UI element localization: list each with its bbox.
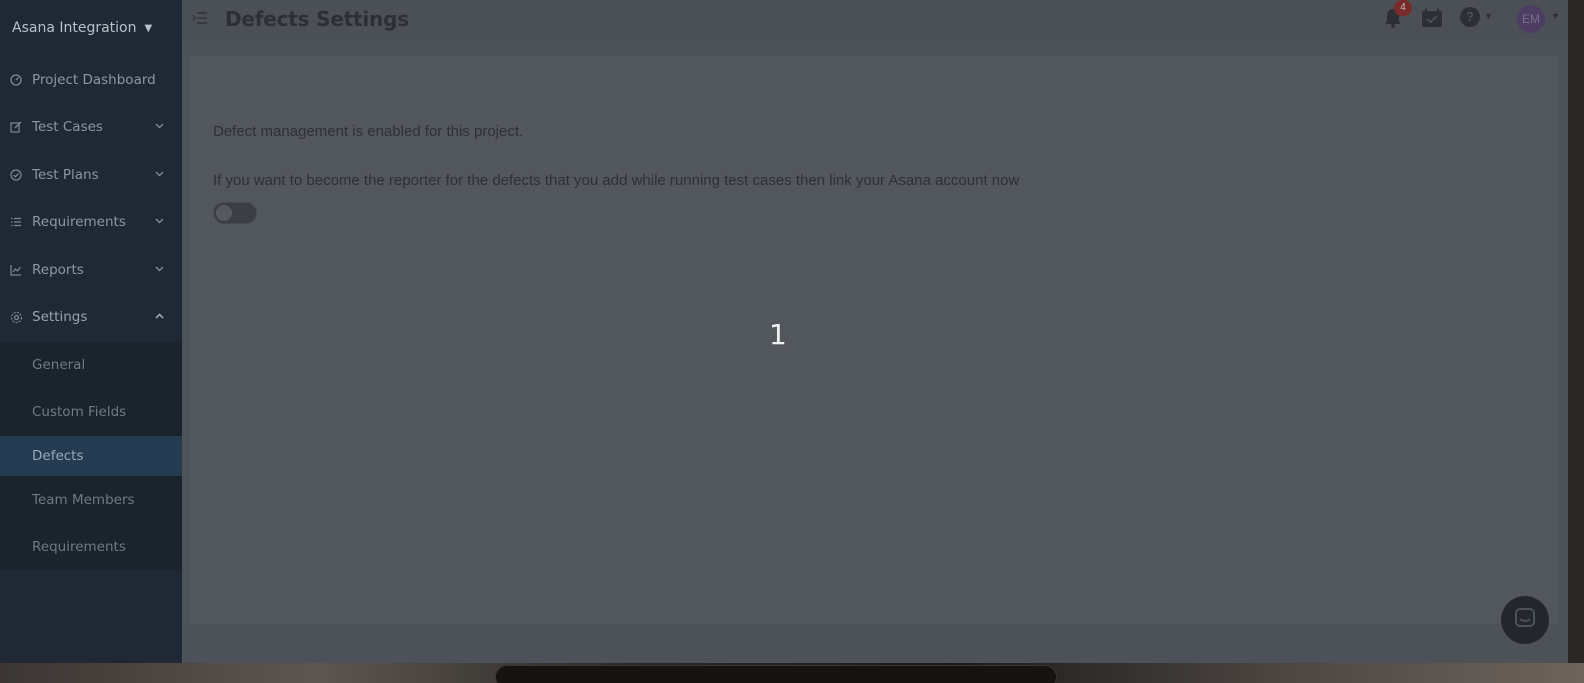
- sidebar-item-label: Reports: [32, 261, 84, 278]
- desktop-dock: [495, 665, 1057, 683]
- app-window: Asana Integration ▼ Project Dashboard Te…: [0, 0, 1568, 663]
- sidebar-subitem-general[interactable]: General: [0, 341, 182, 389]
- link-account-toggle[interactable]: [213, 202, 257, 224]
- sidebar-item-label: Custom Fields: [32, 404, 127, 421]
- chevron-down-icon: [155, 170, 164, 180]
- caret-down-icon[interactable]: ▼: [1551, 11, 1560, 21]
- sidebar-item-label: Project Dashboard: [32, 71, 156, 88]
- sidebar-item-label: Requirements: [32, 214, 126, 231]
- chevron-down-icon: [155, 217, 164, 227]
- dashboard-icon: [8, 74, 24, 86]
- topbar: Defects Settings 4 ? ▼ EM ▼: [182, 0, 1568, 38]
- sidebar-subitem-defects[interactable]: Defects: [0, 436, 182, 476]
- sidebar-item-settings[interactable]: Settings: [0, 294, 182, 342]
- sidebar-item-label: Requirements: [32, 539, 126, 556]
- sidebar-item-label: Team Members: [32, 491, 135, 508]
- sidebar-item-label: Settings: [32, 309, 88, 326]
- notification-badge: 4: [1394, 0, 1412, 16]
- step-number-overlay: 1: [769, 318, 787, 351]
- page-title: Defects Settings: [225, 7, 409, 31]
- caret-down-icon: ▼: [144, 22, 153, 34]
- sidebar-item-label: Defects: [32, 448, 84, 464]
- chevron-down-icon: [155, 122, 164, 132]
- edit-icon: [8, 121, 24, 133]
- project-switcher[interactable]: Asana Integration ▼: [0, 0, 182, 56]
- toggle-knob: [216, 205, 232, 221]
- menu-toggle-icon[interactable]: [192, 11, 210, 28]
- chart-icon: [8, 264, 24, 276]
- chevron-down-icon: [155, 265, 164, 275]
- sidebar-item-reports[interactable]: Reports: [0, 246, 182, 294]
- check-circle-icon: [8, 169, 24, 181]
- chevron-up-icon: [155, 312, 164, 322]
- link-account-text: If you want to become the reporter for t…: [213, 172, 1020, 189]
- content-area: Defect management is enabled for this pr…: [182, 38, 1568, 663]
- sidebar-item-label: General: [32, 356, 86, 373]
- sidebar: Asana Integration ▼ Project Dashboard Te…: [0, 0, 182, 663]
- main-area: Defects Settings 4 ? ▼ EM ▼ Defect manag…: [182, 0, 1568, 663]
- gear-icon: [8, 311, 24, 324]
- sidebar-item-label: Test Plans: [32, 166, 99, 183]
- sidebar-item-project-dashboard[interactable]: Project Dashboard: [0, 56, 182, 104]
- sidebar-item-label: Test Cases: [32, 119, 103, 136]
- list-icon: [8, 216, 24, 228]
- help-icon[interactable]: ?: [1460, 7, 1480, 27]
- project-name: Asana Integration: [12, 20, 137, 36]
- calendar-check-icon[interactable]: [1421, 8, 1443, 28]
- avatar[interactable]: EM: [1517, 5, 1545, 33]
- sidebar-item-test-plans[interactable]: Test Plans: [0, 151, 182, 199]
- sidebar-item-test-cases[interactable]: Test Cases: [0, 104, 182, 152]
- chat-launcher-button[interactable]: [1501, 596, 1549, 644]
- caret-down-icon[interactable]: ▼: [1484, 11, 1493, 21]
- sidebar-subitem-requirements[interactable]: Requirements: [0, 524, 182, 572]
- sidebar-subitem-team-members[interactable]: Team Members: [0, 476, 182, 524]
- chat-icon: [1513, 606, 1537, 635]
- settings-card: Defect management is enabled for this pr…: [190, 56, 1558, 624]
- sidebar-subitem-custom-fields[interactable]: Custom Fields: [0, 389, 182, 437]
- sidebar-item-requirements[interactable]: Requirements: [0, 199, 182, 247]
- settings-submenu: General Custom Fields Defects Team Membe…: [0, 341, 182, 571]
- defects-enabled-text: Defect management is enabled for this pr…: [213, 123, 524, 140]
